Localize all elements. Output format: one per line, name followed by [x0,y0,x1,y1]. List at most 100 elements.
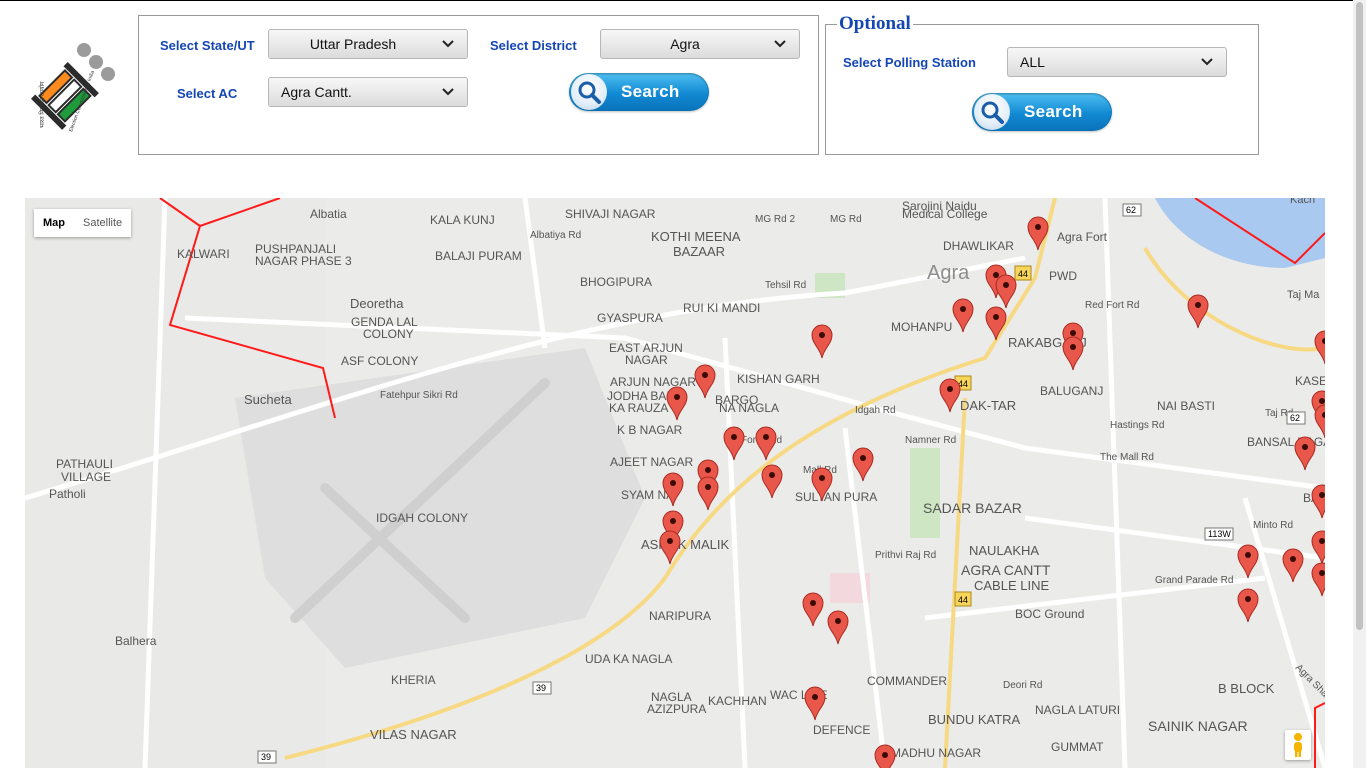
svg-text:Agra: Agra [927,262,970,284]
polling-station-marker-icon[interactable] [1187,294,1209,329]
svg-text:CABLE LINE: CABLE LINE [974,578,1049,593]
polling-search-button[interactable]: Search [972,93,1112,131]
polling-station-marker-icon[interactable] [1311,562,1325,597]
map-type-satellite-button[interactable]: Satellite [74,209,131,237]
svg-text:62: 62 [1290,413,1300,423]
svg-text:BUNDU KATRA: BUNDU KATRA [928,712,1021,727]
svg-text:NAULAKHA: NAULAKHA [969,543,1039,558]
svg-text:Deori Rd: Deori Rd [1003,680,1042,691]
polling-station-marker-icon[interactable] [874,744,896,768]
ac-select[interactable]: Agra Cantt. [268,77,468,107]
polling-station-marker-icon[interactable] [697,476,719,511]
svg-text:Idgah Rd: Idgah Rd [855,405,896,416]
chevron-down-icon [1201,58,1213,66]
svg-text:BALUGANJ: BALUGANJ [1040,384,1103,398]
svg-text:KOTHI MEENA: KOTHI MEENA [651,229,741,244]
svg-text:Fatehpur Sikri Rd: Fatehpur Sikri Rd [380,390,458,401]
polling-station-marker-icon[interactable] [1062,336,1084,371]
search-button[interactable]: Search [569,73,709,111]
search-button-label: Search [621,82,680,101]
polling-station-marker-icon[interactable] [1314,330,1325,365]
polling-station-marker-icon[interactable] [827,610,849,645]
polling-station-map[interactable]: Albatia KALA KUNJ SHIVAJI NAGAR KOTHI ME… [25,198,1325,768]
polling-search-button-label: Search [1024,102,1083,121]
svg-text:IDGAH COLONY: IDGAH COLONY [376,511,468,525]
polling-station-marker-icon[interactable] [985,306,1007,341]
polling-station-marker-icon[interactable] [1237,544,1259,579]
svg-text:SADAR BAZAR: SADAR BAZAR [923,500,1022,516]
polling-station-select-value: ALL [1020,54,1045,70]
svg-text:B BLOCK: B BLOCK [1218,681,1275,696]
svg-text:44: 44 [958,595,968,605]
svg-text:44: 44 [1018,269,1028,279]
svg-text:DAK-TAR: DAK-TAR [960,398,1016,413]
pegman-icon[interactable] [1285,730,1311,760]
svg-text:KA RAUZA: KA RAUZA [609,401,668,415]
polling-station-marker-icon[interactable] [852,447,874,482]
svg-text:Namner Rd: Namner Rd [905,435,956,446]
svg-text:PWD: PWD [1049,269,1077,283]
polling-station-marker-icon[interactable] [952,298,974,333]
svg-text:DEFENCE: DEFENCE [813,723,870,737]
svg-text:NAGLA LATURI: NAGLA LATURI [1035,703,1120,717]
svg-text:MG Rd 2: MG Rd 2 [755,214,795,225]
svg-text:COLONY: COLONY [363,327,414,341]
svg-text:Deoretha: Deoretha [350,296,404,311]
state-select[interactable]: Uttar Pradesh [268,29,468,59]
scrollbar-thumb[interactable] [1356,2,1363,630]
polling-station-marker-icon[interactable] [802,592,824,627]
svg-text:Red Fort Rd: Red Fort Rd [1085,300,1139,311]
svg-text:VILLAGE: VILLAGE [61,470,111,484]
svg-text:ASF COLONY: ASF COLONY [341,354,418,368]
optional-panel [825,24,1259,155]
svg-text:BHOGIPURA: BHOGIPURA [580,275,652,289]
svg-text:Albatiya Rd: Albatiya Rd [530,230,581,241]
svg-text:KASE: KASE [1295,374,1325,388]
district-label: Select District [490,38,577,53]
polling-station-marker-icon[interactable] [666,386,688,421]
polling-station-marker-icon[interactable] [723,426,745,461]
polling-station-marker-icon[interactable] [939,378,961,413]
svg-text:K B NAGAR: K B NAGAR [617,423,683,437]
polling-station-marker-icon[interactable] [694,364,716,399]
polling-station-marker-icon[interactable] [1294,436,1316,471]
map-type-control[interactable]: Map Satellite [34,209,132,237]
polling-station-marker-icon[interactable] [1282,548,1304,583]
district-select[interactable]: Agra [600,29,800,59]
svg-text:KALA KUNJ: KALA KUNJ [430,213,495,227]
svg-text:NAGAR PHASE 3: NAGAR PHASE 3 [255,254,352,268]
svg-text:Tehsil Rd: Tehsil Rd [765,280,806,291]
polling-station-marker-icon[interactable] [811,324,833,359]
polling-station-marker-icon[interactable] [761,464,783,499]
svg-text:Albatia: Albatia [310,207,347,221]
polling-station-marker-icon[interactable] [804,686,826,721]
svg-text:Taj Ma: Taj Ma [1287,289,1320,301]
polling-station-select[interactable]: ALL [1007,47,1227,77]
polling-station-marker-icon[interactable] [755,426,777,461]
polling-station-marker-icon[interactable] [1314,404,1325,439]
svg-text:SULTAN PURA: SULTAN PURA [795,490,877,504]
polling-station-marker-icon[interactable] [1237,588,1259,623]
chevron-down-icon [774,40,786,48]
svg-text:Balhera: Balhera [115,634,157,648]
svg-text:AGRA CANTT: AGRA CANTT [961,562,1051,578]
svg-text:MG Rd: MG Rd [830,214,862,225]
svg-text:NARIPURA: NARIPURA [649,609,711,623]
svg-text:Grand Parade Rd: Grand Parade Rd [1155,575,1233,586]
map-type-map-button[interactable]: Map [34,209,74,237]
ac-label: Select AC [177,86,238,101]
optional-legend: Optional [837,13,913,35]
map-canvas: Albatia KALA KUNJ SHIVAJI NAGAR KOTHI ME… [25,198,1325,768]
svg-text:DHAWLIKAR: DHAWLIKAR [943,239,1014,253]
ac-select-value: Agra Cantt. [281,84,352,100]
page-scrollbar[interactable] [1353,0,1366,768]
polling-station-marker-icon[interactable] [1311,484,1325,519]
search-icon [571,74,607,110]
svg-text:BALAJI PURAM: BALAJI PURAM [435,249,522,263]
state-label: Select State/UT [160,38,255,53]
svg-text:KALWARI: KALWARI [177,247,230,261]
svg-text:KISHAN GARH: KISHAN GARH [737,372,820,386]
svg-text:GUMMAT: GUMMAT [1051,740,1104,754]
svg-text:MADHU NAGAR: MADHU NAGAR [891,746,981,760]
polling-station-marker-icon[interactable] [995,274,1017,309]
